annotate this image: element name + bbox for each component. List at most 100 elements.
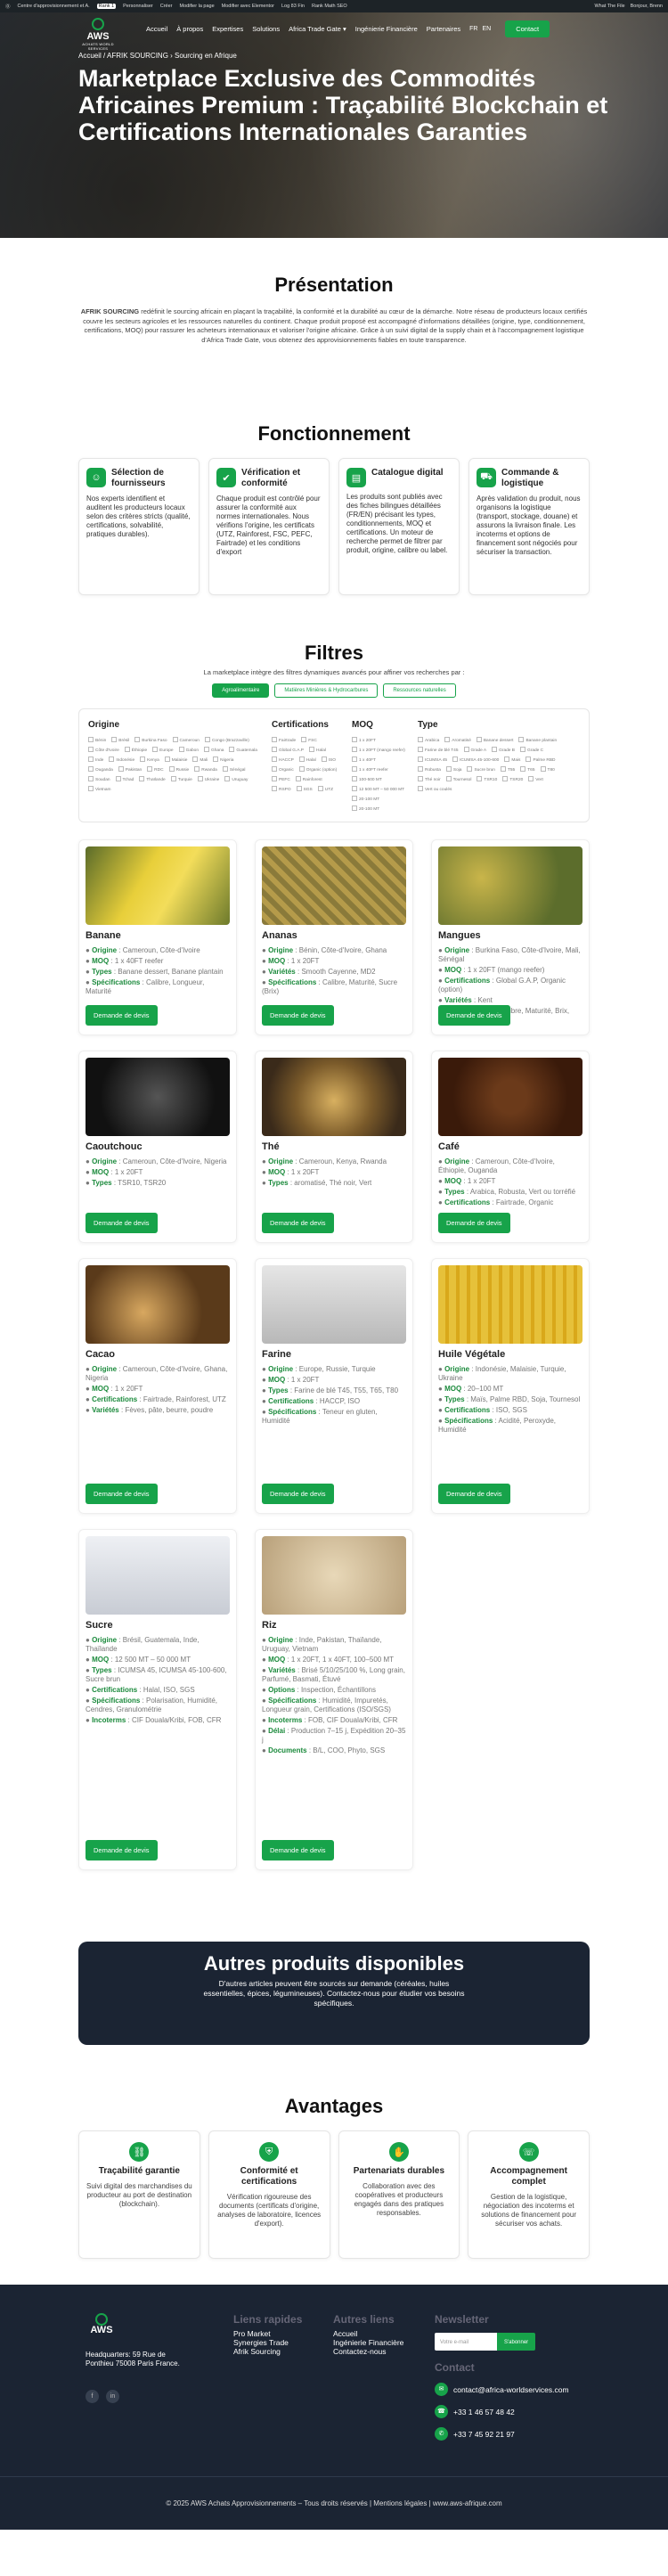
filter-checkbox[interactable]: 100-500 MT [352,776,382,782]
tab-minieres[interactable]: Matières Minières & Hydrocarbures [274,683,379,698]
nav-item-ingenierie[interactable]: Ingénierie Financière [355,25,418,33]
filter-checkbox[interactable]: Arabica [418,737,439,743]
filter-checkbox[interactable]: UTZ [318,786,333,792]
admin-item-4[interactable]: Modifier avec Elementor [222,4,274,9]
admin-item-3[interactable]: Modifier la page [180,4,215,9]
filter-checkbox[interactable]: Ghana [204,747,224,753]
quote-button[interactable]: Demande de devis [86,1005,158,1026]
nav-item-apropos[interactable]: À propos [176,25,203,33]
filter-checkbox[interactable]: Europe [152,747,173,753]
breadcrumb[interactable]: Accueil / AFRIK SOURCING › Sourcing en A… [78,52,668,60]
filter-checkbox[interactable]: Organic (option) [299,766,337,773]
filter-checkbox[interactable]: Global G.A.P [272,747,304,753]
filter-checkbox[interactable]: Indonésie [109,756,134,763]
quote-button[interactable]: Demande de devis [438,1213,510,1233]
quote-button[interactable]: Demande de devis [86,1484,158,1504]
filter-checkbox[interactable]: Rainforest [296,776,322,782]
admin-item-5[interactable]: Log 83 Fin [281,4,305,9]
filter-checkbox[interactable]: Vietnam [88,786,111,792]
filter-checkbox[interactable]: TSR20 [502,776,523,782]
filter-checkbox[interactable]: Brésil [111,737,129,743]
filter-checkbox[interactable]: Rwanda [194,766,217,773]
filter-checkbox[interactable]: Ukraine [198,776,220,782]
filter-checkbox[interactable]: TSR10 [477,776,497,782]
filter-checkbox[interactable]: Tchad [116,776,134,782]
filter-checkbox[interactable]: Banane plantain [518,737,557,743]
filter-checkbox[interactable]: Kenya [140,756,159,763]
filter-checkbox[interactable]: T80 [541,766,555,773]
filter-checkbox[interactable]: Sucre brun [467,766,494,773]
footer-logo[interactable]: AWS [86,2313,118,2340]
quote-button[interactable]: Demande de devis [262,1840,334,1860]
subscribe-button[interactable]: S'abonner [497,2333,536,2351]
filter-checkbox[interactable]: 1 x 20FT (mango reefer) [352,747,405,753]
filter-checkbox[interactable]: RSPO [272,786,291,792]
filter-checkbox[interactable]: Tournesol [446,776,472,782]
admin-right-1[interactable]: Bonjour, Brenn [631,4,663,9]
quote-button[interactable]: Demande de devis [438,1005,510,1026]
filter-checkbox[interactable]: Guatemala [229,747,257,753]
quote-button[interactable]: Demande de devis [438,1484,510,1504]
filter-checkbox[interactable]: Ouganda [88,766,113,773]
nav-item-solutions[interactable]: Solutions [252,25,280,33]
filter-checkbox[interactable]: Farine de blé T45 [418,747,459,753]
filter-checkbox[interactable]: Vert [528,776,543,782]
filter-checkbox[interactable]: Soja [446,766,462,773]
contact-whatsapp[interactable]: +33 7 45 92 21 97 [453,2430,515,2439]
flag-fr-icon[interactable]: FR [469,26,477,32]
filter-checkbox[interactable]: Turquie [171,776,192,782]
filter-checkbox[interactable]: Thaïlande [139,776,165,782]
facebook-icon[interactable]: f [86,2390,99,2403]
nav-item-partenaires[interactable]: Partenaires [427,25,460,33]
logo[interactable]: AWS ACHATS WORLD SERVICES [82,18,114,51]
admin-item-2[interactable]: Créer [160,4,173,9]
quote-button[interactable]: Demande de devis [86,1840,158,1860]
footer-link[interactable]: Pro Market [233,2329,302,2338]
filter-checkbox[interactable]: ICUMSA 45-100-600 [452,756,499,763]
filter-checkbox[interactable]: Mais [504,756,520,763]
filter-checkbox[interactable]: Burkina Faso [134,737,167,743]
filter-checkbox[interactable]: Grade C [520,747,543,753]
filter-checkbox[interactable]: 1 x 40FT reefer [352,766,388,773]
filter-checkbox[interactable]: Cameroun [173,737,200,743]
filter-checkbox[interactable]: RDC [147,766,163,773]
footer-link[interactable]: Contactez-nous [333,2347,403,2356]
filter-checkbox[interactable]: Palme RBD [525,756,555,763]
filter-checkbox[interactable]: Congo (Brazzaville) [205,737,249,743]
quote-button[interactable]: Demande de devis [262,1484,334,1504]
footer-link[interactable]: Ingénierie Financière [333,2338,403,2347]
filter-checkbox[interactable]: 20-100 MT [352,796,379,802]
newsletter-email-input[interactable]: Votre e-mail [435,2333,497,2351]
linkedin-icon[interactable]: in [106,2390,119,2403]
tab-agro[interactable]: Agroalimentaire [212,683,270,698]
admin-right-0[interactable]: What The File [594,4,624,9]
filter-checkbox[interactable]: Mali [192,756,208,763]
nav-item-trade-gate[interactable]: Africa Trade Gate ▾ [289,25,346,33]
filter-checkbox[interactable]: Robusta [418,766,441,773]
filter-checkbox[interactable]: Éthiopie [125,747,147,753]
flag-en-icon[interactable]: EN [482,26,491,32]
filter-checkbox[interactable]: SGS [297,786,313,792]
quote-button[interactable]: Demande de devis [86,1213,158,1233]
filter-checkbox[interactable]: Bénin [88,737,106,743]
filter-checkbox[interactable]: Organic [272,766,294,773]
filter-checkbox[interactable]: ICUMSA 45 [418,756,447,763]
filter-checkbox[interactable]: Halal [309,747,326,753]
filter-checkbox[interactable]: Grade A [464,747,487,753]
nav-item-accueil[interactable]: Accueil [146,25,167,33]
filter-checkbox[interactable]: ISO [322,756,336,763]
filter-checkbox[interactable]: Aromatisé [444,737,471,743]
filter-checkbox[interactable]: Fairtrade [272,737,296,743]
filter-checkbox[interactable]: Côte d'Ivoire [88,747,119,753]
filter-checkbox[interactable]: Grade B [492,747,515,753]
filter-checkbox[interactable]: 12 500 MT – 50 000 MT [352,786,404,792]
filter-checkbox[interactable]: T55 [501,766,515,773]
contact-phone[interactable]: +33 1 46 57 48 42 [453,2408,515,2417]
contact-email[interactable]: contact@africa-worldservices.com [453,2385,569,2394]
wordpress-icon[interactable]: ⓪ [5,3,11,10]
nav-item-expertises[interactable]: Expertises [212,25,243,33]
quote-button[interactable]: Demande de devis [262,1213,334,1233]
filter-checkbox[interactable]: Malaisie [165,756,188,763]
filter-checkbox[interactable]: Thé noir [418,776,441,782]
filter-checkbox[interactable]: Uruguay [224,776,248,782]
